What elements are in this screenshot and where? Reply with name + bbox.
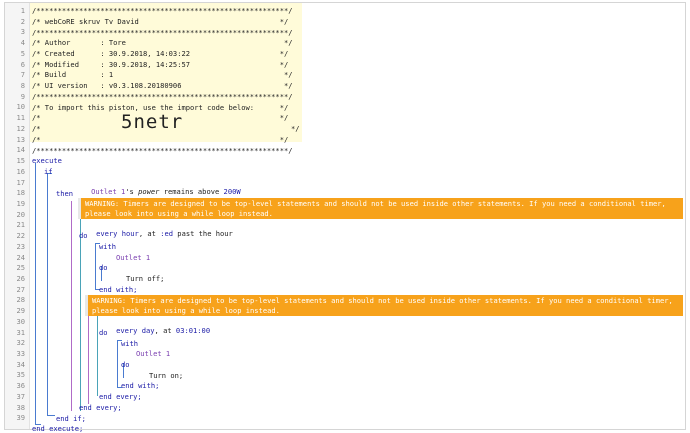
line-number: 39 (16, 413, 25, 423)
import-code[interactable]: 5netr (121, 111, 183, 133)
line-number: 28 (16, 295, 25, 305)
every-unit: hour (121, 229, 139, 239)
condition-value: 200W (223, 186, 241, 196)
comment-title: /* webCoRE skruv Tv David */ (32, 16, 289, 26)
line-number: 24 (16, 252, 25, 262)
line-number: 23 (16, 241, 25, 251)
condition-attribute: power (138, 186, 160, 196)
comment-import-prefix: /* (32, 124, 41, 134)
if-keyword[interactable]: if (44, 167, 53, 176)
line-number: 3 (20, 27, 25, 37)
then-keyword[interactable]: then (56, 189, 73, 198)
line-number: 31 (16, 327, 25, 337)
comment-created: /* Created : 30.9.2018, 14:03:22 */ (32, 48, 289, 58)
comment-border-bottom: /***************************************… (32, 145, 293, 155)
line-number: 35 (16, 370, 25, 380)
end-if-keyword[interactable]: end if; (56, 414, 86, 423)
comment-modified: /* Modified : 30.9.2018, 14:25:57 */ (32, 59, 289, 69)
line-number: 9 (20, 91, 25, 101)
line-number: 18 (16, 188, 25, 198)
every-time: 03:01:00 (175, 326, 211, 335)
line-number: 7 (20, 70, 25, 80)
do-keyword[interactable]: do (99, 328, 108, 337)
line-number: 2 (20, 16, 25, 26)
every-unit: day (141, 326, 155, 335)
then-guide (71, 201, 72, 411)
condition-operator: remains above (163, 186, 220, 196)
line-number: 6 (20, 59, 25, 69)
line-number: 5 (20, 48, 25, 58)
execute-guide (35, 163, 36, 425)
line-number: 30 (16, 316, 25, 326)
end-every-keyword[interactable]: end every; (99, 392, 142, 401)
line-number: 14 (16, 145, 25, 155)
line-number: 33 (16, 349, 25, 359)
line-number: 20 (16, 209, 25, 219)
timer-warning-2: WARNING: Timers are designed to be top-l… (85, 295, 683, 316)
do-keyword[interactable]: do (79, 231, 88, 240)
line-number: 8 (20, 81, 25, 91)
command-turn-off[interactable]: Turn off; (126, 274, 164, 283)
with-keyword[interactable]: with (99, 242, 116, 251)
line-number: 13 (16, 134, 25, 144)
every-at: , at (154, 326, 172, 335)
with-guide-2 (117, 340, 118, 388)
line-number: 10 (16, 102, 25, 112)
line-number: 25 (16, 263, 25, 273)
line-number: 1 (20, 6, 25, 15)
every-keyword: every (116, 326, 138, 335)
timer-warning-1: WARNING: Timers are designed to be top-l… (78, 198, 683, 219)
line-number: 22 (16, 231, 25, 241)
if-guide-end (47, 415, 55, 416)
every-suffix: past the hour (177, 229, 233, 239)
with-keyword[interactable]: with (121, 339, 138, 348)
line-number: 21 (16, 220, 25, 230)
line-number: 4 (20, 38, 25, 48)
end-every-keyword[interactable]: end every; (79, 403, 122, 412)
do-keyword[interactable]: do (99, 263, 108, 272)
comment-build: /* Build : 1 */ (32, 70, 293, 80)
end-with-keyword[interactable]: end with; (121, 381, 159, 390)
line-number: 17 (16, 177, 25, 187)
condition-device: Outlet 1 (91, 186, 126, 196)
line-number: 29 (16, 306, 25, 316)
condition-possessive: 's (125, 186, 134, 196)
line-number: 36 (16, 381, 25, 391)
with-guide-1 (95, 243, 96, 290)
end-with-keyword[interactable]: end with; (99, 285, 137, 294)
line-number: 38 (16, 402, 25, 412)
line-number: 15 (16, 156, 25, 166)
comment-blank: /* */ (32, 134, 289, 144)
line-number: 37 (16, 391, 25, 401)
comment-border: /***************************************… (32, 91, 293, 101)
comment-import-suffix: */ (291, 124, 300, 134)
comment-author: /* Author : Tore */ (32, 38, 293, 48)
every-day-statement[interactable]: every day, at 03:01:00 (99, 317, 210, 344)
command-turn-on[interactable]: Turn on; (149, 371, 183, 380)
comment-border: /***************************************… (32, 27, 293, 37)
line-number: 11 (16, 113, 25, 123)
with-device-2[interactable]: Outlet 1 (136, 349, 170, 358)
line-number: 19 (16, 198, 25, 208)
line-number: 27 (16, 284, 25, 294)
line-number: 34 (16, 359, 25, 369)
line-number: 26 (16, 274, 25, 283)
line-number: 32 (16, 338, 25, 348)
end-execute-keyword[interactable]: end execute; (32, 424, 83, 433)
comment-ui-version: /* UI version : v0.3.108.20180906 */ (32, 81, 293, 91)
execute-keyword[interactable]: execute (32, 156, 62, 165)
do-keyword[interactable]: do (121, 360, 130, 369)
with-device-1[interactable]: Outlet 1 (116, 253, 150, 262)
if-guide (47, 173, 48, 416)
line-number: 16 (16, 166, 25, 176)
line-number: 12 (16, 123, 25, 133)
piston-code-view: 1 2 3 4 5 6 7 8 9 10 11 12 13 14 15 16 17 18 19 20 21 22 23 24 2… (4, 2, 686, 433)
every-keyword: every (96, 229, 118, 239)
every-time: :ed (160, 229, 174, 239)
every-at: , at (138, 229, 156, 239)
comment-border-top: /***************************************… (32, 6, 293, 15)
